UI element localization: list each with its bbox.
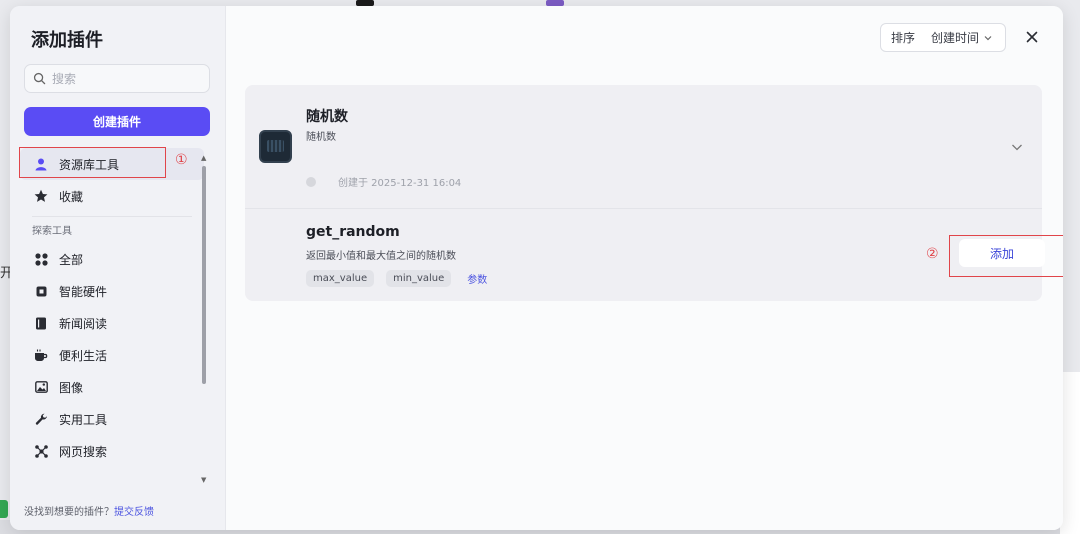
plugin-avatar [259, 130, 292, 163]
main-panel: 排序 创建时间 随机数 随机数 创建于 2025-12-31 16:04 get… [226, 6, 1063, 530]
plugin-name: 随机数 [306, 109, 348, 125]
tool-params: max_value min_value 参数 [306, 270, 487, 287]
sidebar-item-web-search[interactable]: 网页搜索 [20, 435, 204, 467]
sidebar-item-image[interactable]: 图像 [20, 371, 204, 403]
annotation-marker-1: ① [175, 152, 188, 168]
params-link[interactable]: 参数 [467, 271, 487, 286]
sidebar-item-lifestyle[interactable]: 便利生活 [20, 339, 204, 371]
star-icon [34, 189, 48, 203]
author-avatar-icon [306, 176, 316, 187]
sidebar-item-label: 图像 [59, 380, 84, 395]
create-plugin-button[interactable]: 创建插件 [24, 107, 210, 136]
image-icon [34, 380, 48, 394]
sidebar: 添加插件 创建插件 资源库工具 收藏 探索工具 [10, 6, 226, 530]
sidebar-item-favorites[interactable]: 收藏 [20, 180, 204, 212]
background-badge [0, 500, 8, 518]
sidebar-item-label: 实用工具 [59, 412, 108, 427]
sidebar-item-utilities[interactable]: 实用工具 [20, 403, 204, 435]
chip-icon [34, 284, 48, 298]
sidebar-item-label: 新闻阅读 [59, 316, 108, 331]
sort-label: 排序 [891, 31, 916, 45]
search-icon [33, 72, 46, 85]
scroll-down-icon[interactable]: ▼ [201, 476, 206, 484]
sidebar-item-label: 便利生活 [59, 348, 108, 363]
annotation-marker-2: ② [926, 246, 939, 262]
sidebar-item-all[interactable]: 全部 [20, 243, 204, 275]
feedback-link[interactable]: 提交反馈 [114, 507, 154, 518]
close-icon[interactable] [1023, 28, 1041, 46]
plugin-card: 随机数 随机数 创建于 2025-12-31 16:04 get_random … [245, 85, 1063, 301]
cup-icon [34, 348, 48, 362]
search-box[interactable] [24, 64, 210, 93]
param-chip: max_value [306, 270, 375, 287]
sidebar-item-label: 收藏 [59, 189, 84, 204]
sidebar-item-label: 全部 [59, 252, 84, 267]
plugin-meta: 创建于 2025-12-31 16:04 [306, 174, 461, 189]
plugin-description: 随机数 [306, 132, 336, 143]
tool-name: get_random [306, 224, 400, 240]
scroll-up-icon[interactable]: ▲ [201, 154, 206, 162]
chevron-down-icon [984, 35, 992, 40]
add-plugin-modal: 添加插件 创建插件 资源库工具 收藏 探索工具 [10, 6, 1063, 530]
sidebar-item-news[interactable]: 新闻阅读 [20, 307, 204, 339]
tool-description: 返回最小值和最大值之间的随机数 [306, 251, 456, 262]
wrench-icon [34, 412, 48, 426]
sidebar-item-label: 网页搜索 [59, 444, 108, 459]
sidebar-item-smart-hardware[interactable]: 智能硬件 [20, 275, 204, 307]
sidebar-item-label: 智能硬件 [59, 284, 108, 299]
book-icon [34, 316, 48, 330]
chevron-down-icon[interactable] [1010, 140, 1024, 154]
footer-text: 没找到想要的插件？ [24, 507, 114, 518]
add-tool-button[interactable]: 添加 [959, 239, 1045, 267]
grid-icon [34, 252, 48, 266]
sidebar-footer: 没找到想要的插件？提交反馈 [24, 503, 154, 518]
sidebar-scrollbar[interactable]: ▲ ▼ [201, 154, 207, 484]
param-chip: min_value [386, 270, 452, 287]
card-divider [245, 208, 1042, 209]
section-label: 探索工具 [32, 226, 72, 237]
sort-value: 创建时间 [931, 31, 980, 45]
sort-dropdown[interactable]: 排序 创建时间 [880, 23, 1006, 52]
network-icon [34, 444, 48, 458]
sidebar-nav: 资源库工具 收藏 探索工具 全部 智能硬件 新闻阅读 便利生活 图像 实用工具 … [20, 148, 204, 486]
modal-title: 添加插件 [31, 30, 103, 51]
plugin-created-time: 创建于 2025-12-31 16:04 [338, 178, 462, 189]
annotation-box-1 [19, 147, 166, 178]
background-panel [1060, 372, 1080, 534]
search-input[interactable] [52, 71, 202, 86]
sidebar-divider [32, 216, 192, 217]
scroll-thumb[interactable] [202, 166, 206, 384]
